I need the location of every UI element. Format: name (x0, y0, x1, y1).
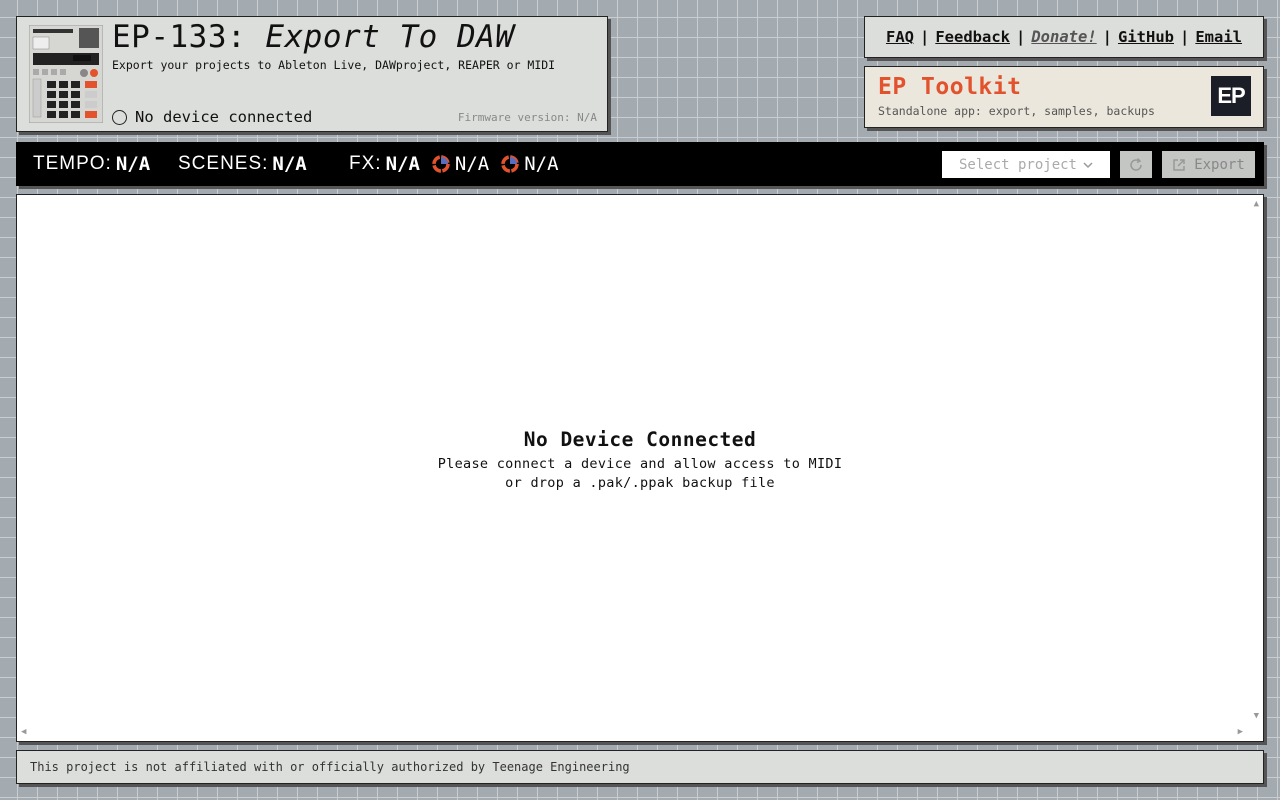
status-circle-icon (112, 109, 127, 125)
scroll-up-arrow-icon[interactable]: ▲ (1254, 200, 1259, 209)
page-subtitle: Export your projects to Ableton Live, DA… (112, 58, 556, 72)
link-separator: | (1102, 28, 1112, 46)
project-view[interactable]: No Device Connected Please connect a dev… (16, 194, 1264, 742)
fx-label: FX: (349, 153, 382, 174)
empty-line-1: Please connect a device and allow access… (437, 456, 843, 472)
scenes-display: SCENES: N/A (178, 153, 307, 175)
export-button[interactable]: Export (1162, 151, 1255, 178)
footer-disclaimer: This project is not affiliated with or o… (16, 750, 1264, 784)
fx-display: FX: N/A N/A N/A (349, 153, 559, 175)
export-icon (1173, 158, 1185, 171)
empty-title: No Device Connected (523, 428, 757, 451)
link-separator: | (1015, 28, 1026, 46)
refresh-icon (1130, 157, 1142, 171)
link-separator: | (919, 28, 930, 46)
ep-logo-icon: EP (1211, 76, 1251, 116)
ep-toolkit-banner[interactable]: EP Toolkit Standalone app: export, sampl… (864, 66, 1264, 128)
scroll-right-arrow-icon[interactable]: ▶ (1238, 728, 1243, 737)
donate-link[interactable]: Donate! (1031, 28, 1096, 46)
empty-line-2: or drop a .pak/.ppak backup file (505, 475, 775, 491)
empty-state: No Device Connected Please connect a dev… (17, 428, 1263, 491)
project-select[interactable]: Select project (942, 151, 1110, 178)
tempo-display: TEMPO: N/A (33, 153, 150, 175)
scroll-down-arrow-icon[interactable]: ▼ (1254, 712, 1259, 721)
refresh-button[interactable] (1120, 151, 1152, 178)
nav-links: FAQ | Feedback | Donate! | GitHub | Emai… (864, 16, 1264, 58)
header-panel: EP-133: Export To DAW Export your projec… (16, 16, 608, 132)
scenes-label: SCENES: (178, 153, 269, 174)
scenes-value: N/A (272, 153, 307, 175)
github-link[interactable]: GitHub (1118, 28, 1174, 46)
feedback-link[interactable]: Feedback (935, 28, 1010, 46)
fx-param1-value: N/A (454, 153, 490, 175)
status-text: No device connected (135, 108, 313, 126)
title-prefix: EP-133: (112, 19, 247, 55)
faq-link[interactable]: FAQ (886, 28, 914, 46)
email-link[interactable]: Email (1195, 28, 1242, 46)
fx-param2-value: N/A (524, 153, 559, 175)
export-label: Export (1194, 156, 1245, 173)
toolkit-subtitle: Standalone app: export, samples, backups (878, 104, 1155, 118)
page-title: EP-133: Export To DAW (112, 19, 514, 55)
chevron-down-icon (1083, 161, 1093, 168)
device-image (29, 25, 103, 123)
knob-icon (501, 155, 519, 173)
select-placeholder: Select project (958, 156, 1077, 173)
device-status: No device connected (112, 108, 312, 126)
knob-icon (432, 155, 450, 173)
project-toolbar: TEMPO: N/A SCENES: N/A FX: N/A N/A N/A Sele… (16, 142, 1264, 186)
toolkit-title: EP Toolkit (878, 74, 1022, 100)
fx-value: N/A (385, 153, 420, 175)
scroll-left-arrow-icon[interactable]: ◀ (21, 728, 26, 737)
title-italic: Export To DAW (265, 19, 515, 55)
firmware-version: Firmware version: N/A (457, 111, 597, 124)
link-separator: | (1180, 28, 1190, 46)
tempo-label: TEMPO: (33, 153, 112, 174)
tempo-value: N/A (115, 153, 151, 175)
